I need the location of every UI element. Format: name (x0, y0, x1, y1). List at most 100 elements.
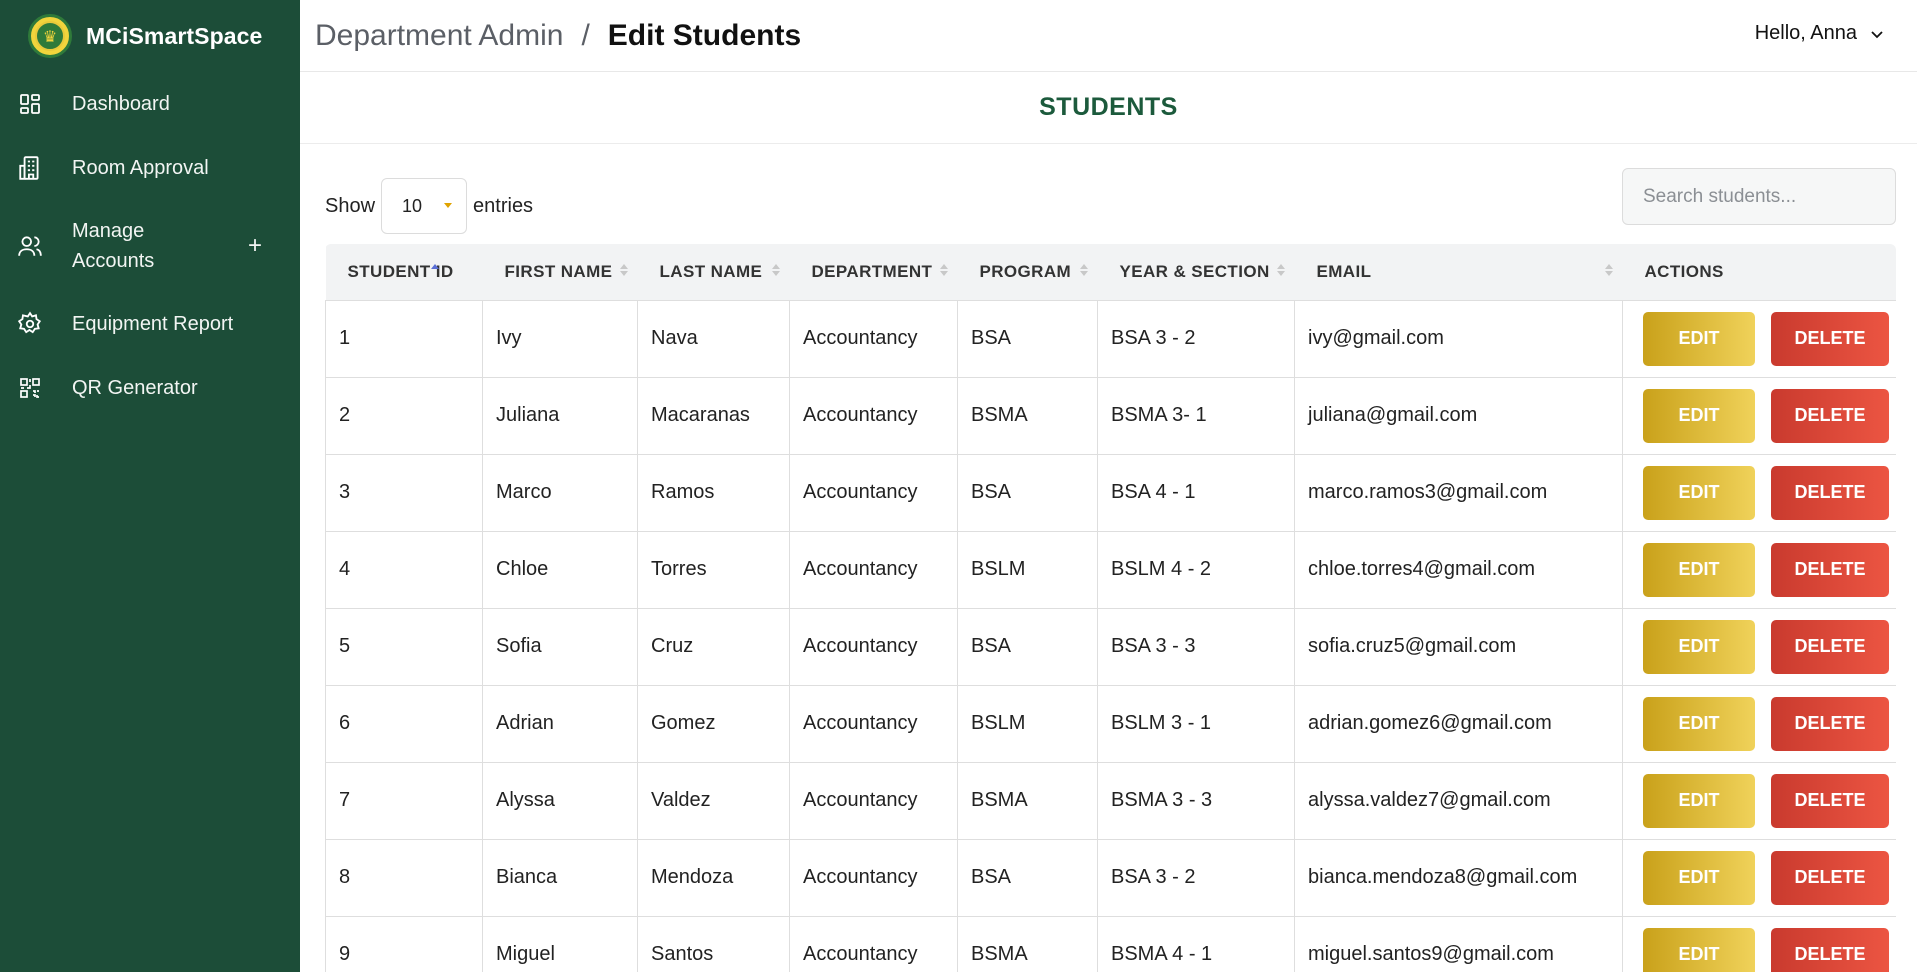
dashboard-icon (16, 90, 44, 118)
delete-button[interactable]: DELETE (1771, 388, 1889, 443)
cell-year-section: BSMA 4 - 1 (1097, 915, 1295, 972)
cell-last-name: Gomez (637, 684, 790, 763)
edit-button[interactable]: EDIT (1643, 465, 1755, 520)
table-row: 1 Ivy Nava Accountancy BSA BSA 3 - 2 ivy@gmail… (325, 299, 1896, 378)
cell-email: marco.ramos3@gmail.com (1294, 453, 1623, 532)
column-header-department[interactable]: DEPARTMENT (790, 244, 958, 300)
edit-button[interactable]: EDIT (1643, 542, 1755, 597)
cell-email: adrian.gomez6@gmail.com (1294, 684, 1623, 763)
delete-button[interactable]: DELETE (1771, 542, 1889, 597)
edit-button[interactable]: EDIT (1643, 850, 1755, 905)
sidebar-item-room-approval[interactable]: Room Approval (0, 136, 300, 200)
column-header-program[interactable]: PROGRAM (958, 244, 1098, 300)
breadcrumb-separator: / (581, 18, 590, 52)
cell-student-id: 9 (325, 915, 483, 972)
delete-button[interactable]: DELETE (1771, 619, 1889, 674)
cell-year-section: BSLM 4 - 2 (1097, 530, 1295, 609)
cell-first-name: Bianca (482, 838, 638, 917)
cell-department: Accountancy (789, 761, 958, 840)
search-input[interactable] (1622, 168, 1896, 225)
sidebar-item-qr-generator[interactable]: QR Generator (0, 356, 300, 420)
cell-department: Accountancy (789, 915, 958, 972)
cell-first-name: Marco (482, 453, 638, 532)
brand[interactable]: ♛ MCiSmartSpace (0, 0, 300, 72)
delete-button[interactable]: DELETE (1771, 773, 1889, 828)
cell-email: juliana@gmail.com (1294, 376, 1623, 455)
entries-select[interactable]: 10 (381, 178, 468, 234)
cell-year-section: BSA 3 - 3 (1097, 607, 1295, 686)
user-menu[interactable]: Hello, Anna (1755, 22, 1883, 45)
delete-button[interactable]: DELETE (1771, 850, 1889, 905)
cell-last-name: Nava (637, 299, 790, 378)
cell-department: Accountancy (789, 607, 958, 686)
entries-label: entries (473, 194, 534, 217)
delete-button[interactable]: DELETE (1771, 465, 1889, 520)
cell-last-name: Ramos (637, 453, 790, 532)
cell-email: chloe.torres4@gmail.com (1294, 530, 1623, 609)
cell-program: BSLM (957, 684, 1098, 763)
table-row: 3 Marco Ramos Accountancy BSA BSA 4 - 1 marco.… (325, 453, 1896, 532)
column-header-actions: ACTIONS (1644, 261, 1724, 281)
entries-value: 10 (402, 195, 423, 216)
cell-last-name: Santos (637, 915, 790, 972)
sidebar-item-equipment-report[interactable]: Equipment Report (0, 292, 300, 356)
breadcrumb-parent[interactable]: Department Admin (315, 19, 563, 53)
cell-program: BSLM (957, 530, 1098, 609)
column-header-student-id[interactable]: STUDENT ID (326, 244, 483, 300)
cell-department: Accountancy (789, 838, 958, 917)
cell-student-id: 6 (325, 684, 483, 763)
show-label: Show (325, 194, 376, 217)
cell-first-name: Ivy (482, 299, 638, 378)
cell-department: Accountancy (789, 299, 958, 378)
sidebar-item-dashboard[interactable]: Dashboard (0, 72, 300, 136)
cell-first-name: Sofia (482, 607, 638, 686)
cell-email: alyssa.valdez7@gmail.com (1294, 761, 1623, 840)
cell-last-name: Torres (637, 530, 790, 609)
students-table: STUDENT ID FIRST NAME LAST NAME DEPARTME… (325, 244, 1896, 972)
table-row: 6 Adrian Gomez Accountancy BSLM BSLM 3 - 1 adr… (325, 684, 1896, 763)
edit-button[interactable]: EDIT (1643, 696, 1755, 751)
cell-actions: EDIT DELETE (1622, 376, 1896, 455)
column-header-email[interactable]: EMAIL (1295, 244, 1623, 300)
expand-plus-icon[interactable]: + (248, 232, 262, 260)
cell-first-name: Miguel (482, 915, 638, 972)
cell-first-name: Juliana (482, 376, 638, 455)
sidebar-item-label: Room Approval (72, 156, 209, 179)
cell-program: BSA (957, 838, 1098, 917)
edit-button[interactable]: EDIT (1643, 927, 1755, 972)
cell-last-name: Macaranas (637, 376, 790, 455)
sidebar-nav: Dashboard Room Approval Manage Accounts … (0, 72, 300, 420)
delete-button[interactable]: DELETE (1771, 927, 1889, 972)
sort-icon (1604, 264, 1613, 276)
column-header-first-name[interactable]: FIRST NAME (483, 244, 638, 300)
cell-program: BSMA (957, 761, 1098, 840)
cell-student-id: 8 (325, 838, 483, 917)
column-header-year-section[interactable]: YEAR & SECTION (1098, 244, 1295, 300)
cell-first-name: Adrian (482, 684, 638, 763)
cell-program: BSA (957, 607, 1098, 686)
edit-button[interactable]: EDIT (1643, 311, 1755, 366)
sidebar-item-manage-accounts[interactable]: Manage Accounts + (0, 200, 300, 292)
sort-icon (619, 264, 628, 276)
entries-control: Show 10 entries (325, 178, 533, 234)
cell-first-name: Alyssa (482, 761, 638, 840)
column-header-last-name[interactable]: LAST NAME (638, 244, 790, 300)
edit-button[interactable]: EDIT (1643, 773, 1755, 828)
cell-student-id: 1 (325, 299, 483, 378)
cell-program: BSMA (957, 915, 1098, 972)
cell-program: BSA (957, 453, 1098, 532)
sort-icon (939, 264, 948, 276)
cell-year-section: BSLM 3 - 1 (1097, 684, 1295, 763)
delete-button[interactable]: DELETE (1771, 311, 1889, 366)
delete-button[interactable]: DELETE (1771, 696, 1889, 751)
page-heading: STUDENTS (300, 72, 1917, 144)
edit-button[interactable]: EDIT (1643, 619, 1755, 674)
building-icon (16, 154, 44, 182)
gear-icon (16, 310, 44, 338)
sort-asc-icon (430, 264, 439, 276)
table-row: 8 Bianca Mendoza Accountancy BSA BSA 3 - 2 bia… (325, 838, 1896, 917)
edit-button[interactable]: EDIT (1643, 388, 1755, 443)
cell-student-id: 3 (325, 453, 483, 532)
school-logo: ♛ (28, 14, 72, 58)
cell-email: bianca.mendoza8@gmail.com (1294, 838, 1623, 917)
